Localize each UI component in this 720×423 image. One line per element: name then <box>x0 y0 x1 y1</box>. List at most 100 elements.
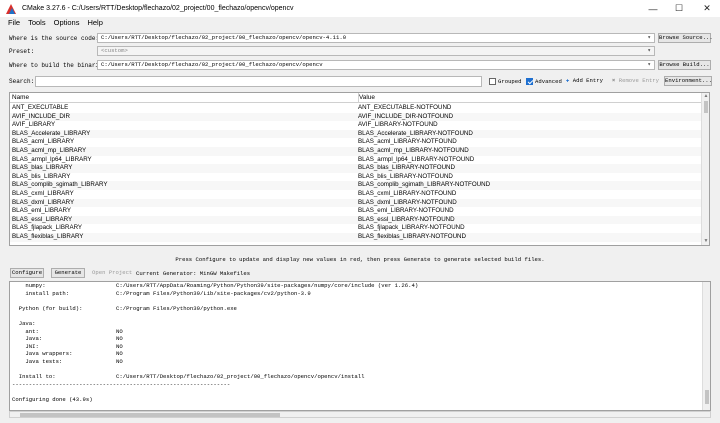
chevron-down-icon[interactable]: ▾ <box>647 34 651 42</box>
cache-entry-name: BLAS_essl_LIBRARY <box>12 215 73 223</box>
table-row[interactable]: BLAS_fjlapack_LIBRARY BLAS_fjlapack_LIBRA… <box>10 224 702 233</box>
log-vertical-scrollbar[interactable] <box>702 282 710 410</box>
table-row[interactable]: BLAS_blas_LIBRARY BLAS_blas_LIBRARY-NOTFO… <box>10 164 702 173</box>
add-entry-button[interactable]: ✚ Add Entry <box>566 76 608 86</box>
cache-entry-name: BLAS_blis_LIBRARY <box>12 172 71 180</box>
menu-tools[interactable]: Tools <box>28 18 46 27</box>
log-line: numpy: C:/Users/RTT/AppData/Roaming/Pyth… <box>12 282 419 289</box>
x-icon: ✖ <box>612 77 616 84</box>
cache-entry-value[interactable]: AVIF_INCLUDE_DIR-NOTFOUND <box>358 113 453 122</box>
cache-entry-name: BLAS_flexiblas_LIBRARY <box>12 233 84 240</box>
table-row[interactable]: BLAS_acml_LIBRARY BLAS_acml_LIBRARY-NOTFO… <box>10 138 702 147</box>
log-line: Java: NO <box>12 335 123 343</box>
table-row[interactable]: BLAS_acml_mp_LIBRARY BLAS_acml_mp_LIBRARY… <box>10 147 702 156</box>
cache-entry-name: AVIF_INCLUDE_DIR <box>12 112 70 120</box>
menu-help[interactable]: Help <box>87 18 102 27</box>
table-row[interactable]: BLAS_complib_sgimath_LIBRARY BLAS_complib… <box>10 181 702 190</box>
cache-entry-name: ANT_EXECUTABLE <box>12 104 69 111</box>
cache-entry-value[interactable]: AVIF_LIBRARY-NOTFOUND <box>358 121 438 130</box>
build-path-input[interactable]: C:/Users/RTT/Desktop/flechazo/02_project… <box>97 60 655 70</box>
cache-entry-name: BLAS_acml_LIBRARY <box>12 138 75 146</box>
open-project-button[interactable]: Open Project <box>91 268 132 278</box>
table-row[interactable]: BLAS_blis_LIBRARY BLAS_blis_LIBRARY-NOTFO… <box>10 173 702 182</box>
preset-label: Preset: <box>9 48 35 55</box>
scrollbar-thumb[interactable] <box>20 413 280 417</box>
table-row[interactable]: AVIF_INCLUDE_DIR AVIF_INCLUDE_DIR-NOTFOUN… <box>10 112 702 122</box>
scrollbar-thumb[interactable] <box>704 101 708 113</box>
build-path-value: C:/Users/RTT/Desktop/flechazo/02_project… <box>101 61 323 68</box>
log-line: Python (for build): C:/Program Files/Pyt… <box>12 304 237 312</box>
build-label: Where to build the binaries: <box>9 62 110 69</box>
column-header-value[interactable]: Value <box>358 93 375 103</box>
cache-entry-value[interactable]: BLAS_armpl_lp64_LIBRARY-NOTFOUND <box>358 156 474 165</box>
source-path-input[interactable]: C:/Users/RTT/Desktop/flechazo/02_project… <box>97 33 655 43</box>
cache-entry-value[interactable]: BLAS_blas_LIBRARY-NOTFOUND <box>358 164 455 173</box>
output-log[interactable]: numpy: C:/Users/RTT/AppData/Roaming/Pyth… <box>9 281 711 411</box>
grouped-checkbox[interactable] <box>489 78 496 85</box>
source-label: Where is the source code: <box>9 35 100 42</box>
scroll-down-icon[interactable]: ▼ <box>702 238 709 245</box>
chevron-down-icon[interactable]: ▾ <box>647 61 651 69</box>
cache-entry-value[interactable]: BLAS_blis_LIBRARY-NOTFOUND <box>358 173 453 182</box>
table-row[interactable]: BLAS_armpl_lp64_LIBRARY BLAS_armpl_lp64_L… <box>10 156 702 165</box>
search-input[interactable] <box>35 76 482 87</box>
scroll-up-icon[interactable]: ▲ <box>702 93 709 100</box>
log-line: ----------------------------------------… <box>12 380 231 388</box>
preset-select[interactable]: <custom> ▾ <box>97 46 655 56</box>
grouped-label: Grouped <box>498 78 522 85</box>
scrollbar-thumb[interactable] <box>705 390 709 404</box>
minimize-button[interactable]: — <box>640 0 666 17</box>
cache-entry-value[interactable]: ANT_EXECUTABLE-NOTFOUND <box>358 104 451 113</box>
cache-entry-value[interactable]: BLAS_cxml_LIBRARY-NOTFOUND <box>358 190 456 199</box>
generate-button[interactable]: Generate <box>51 268 85 278</box>
table-row[interactable]: BLAS_Accelerate_LIBRARY BLAS_Accelerate_L… <box>10 129 702 139</box>
cache-entry-value[interactable]: BLAS_dxml_LIBRARY-NOTFOUND <box>358 199 457 208</box>
log-line: Install to: C:/Users/RTT/Desktop/flechaz… <box>12 373 365 381</box>
table-header: Name Value <box>10 93 702 103</box>
cache-entry-name: BLAS_acml_mp_LIBRARY <box>12 147 87 154</box>
advanced-label: Advanced <box>535 78 562 85</box>
column-header-name[interactable]: Name <box>12 93 29 103</box>
source-path-value: C:/Users/RTT/Desktop/flechazo/02_project… <box>101 34 347 41</box>
cache-entry-value[interactable]: BLAS_eml_LIBRARY-NOTFOUND <box>358 207 454 216</box>
cache-entry-name: BLAS_cxml_LIBRARY <box>12 190 74 197</box>
cache-entry-value[interactable]: BLAS_acml_mp_LIBRARY-NOTFOUND <box>358 147 469 156</box>
remove-entry-button[interactable]: ✖ Remove Entry <box>612 76 660 86</box>
log-line: Java: <box>12 320 36 327</box>
table-row[interactable]: ANT_EXECUTABLE ANT_EXECUTABLE-NOTFOUND <box>10 104 702 113</box>
cache-entry-value[interactable]: BLAS_flexiblas_LIBRARY-NOTFOUND <box>358 233 466 242</box>
configure-button[interactable]: Configure <box>10 268 44 278</box>
table-row[interactable]: BLAS_essl_LIBRARY BLAS_essl_LIBRARY-NOTFO… <box>10 215 702 225</box>
environment-button[interactable]: Environment... <box>664 76 712 86</box>
menu-options[interactable]: Options <box>54 18 80 27</box>
cache-entry-name: BLAS_fjlapack_LIBRARY <box>12 224 83 232</box>
window-title: CMake 3.27.6 - C:/Users/RTT/Desktop/flec… <box>22 5 294 12</box>
table-vertical-scrollbar[interactable]: ▲ ▼ <box>701 93 709 245</box>
close-button[interactable]: ✕ <box>694 0 720 17</box>
chevron-down-icon[interactable]: ▾ <box>647 47 651 55</box>
cache-entry-value[interactable]: BLAS_acml_LIBRARY-NOTFOUND <box>358 138 457 147</box>
table-row[interactable]: AVIF_LIBRARY AVIF_LIBRARY-NOTFOUND <box>10 121 702 130</box>
menu-file[interactable]: File <box>8 18 20 27</box>
preset-value: <custom> <box>101 47 128 54</box>
table-row[interactable]: BLAS_eml_LIBRARY BLAS_eml_LIBRARY-NOTFOUN… <box>10 207 702 216</box>
cache-entry-value[interactable]: BLAS_fjlapack_LIBRARY-NOTFOUND <box>358 224 465 233</box>
cache-table[interactable]: Name Value ANT_EXECUTABLE ANT_EXECUTABLE-… <box>9 92 710 246</box>
advanced-checkbox[interactable] <box>526 78 533 85</box>
cache-entry-name: BLAS_eml_LIBRARY <box>12 207 72 215</box>
browse-source-button[interactable]: Browse Source... <box>658 33 713 43</box>
cache-entry-value[interactable]: BLAS_Accelerate_LIBRARY-NOTFOUND <box>358 130 473 139</box>
cmake-logo-icon <box>6 3 16 14</box>
cache-entry-value[interactable]: BLAS_complib_sgimath_LIBRARY-NOTFOUND <box>358 181 490 190</box>
browse-build-button[interactable]: Browse Build... <box>658 60 711 70</box>
table-row[interactable]: BLAS_dxml_LIBRARY BLAS_dxml_LIBRARY-NOTFO… <box>10 198 702 208</box>
info-message: Press Configure to update and display ne… <box>175 256 545 263</box>
log-horizontal-scrollbar[interactable] <box>9 411 711 418</box>
maximize-button[interactable]: ☐ <box>666 0 692 17</box>
table-row[interactable]: BLAS_flexiblas_LIBRARY BLAS_flexiblas_LIB… <box>10 233 702 242</box>
title-bar: CMake 3.27.6 - C:/Users/RTT/Desktop/flec… <box>0 0 720 17</box>
cache-entry-value[interactable]: BLAS_essl_LIBRARY-NOTFOUND <box>358 216 455 225</box>
log-line: ant: NO <box>12 327 123 335</box>
table-row[interactable]: BLAS_cxml_LIBRARY BLAS_cxml_LIBRARY-NOTFO… <box>10 190 702 199</box>
log-line: Java tests: NO <box>12 358 123 365</box>
